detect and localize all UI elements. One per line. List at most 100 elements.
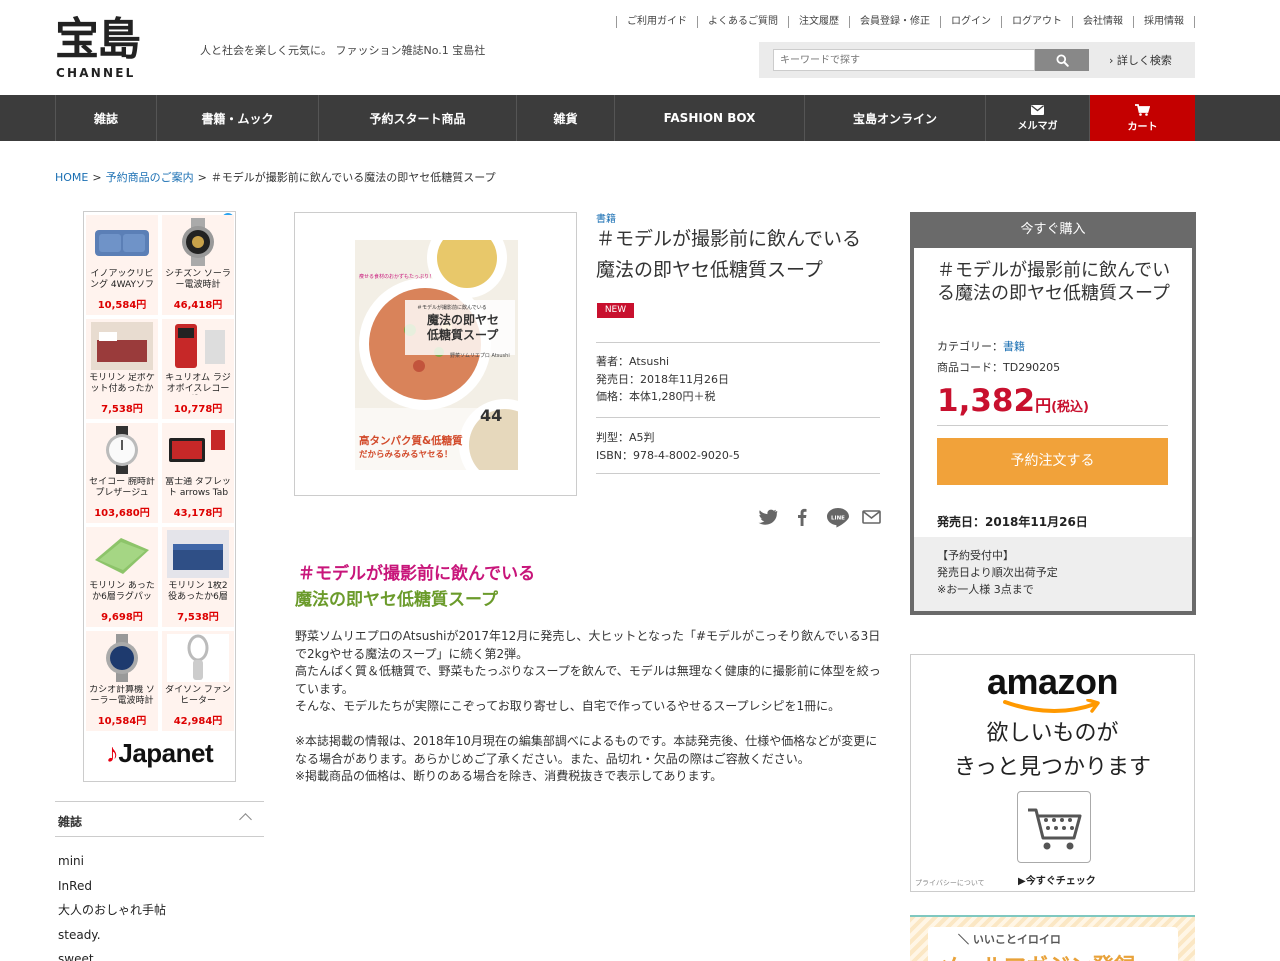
line-share-button[interactable]: LINE (826, 507, 850, 527)
facebook-share-button[interactable] (795, 507, 809, 527)
cover-recipe-count: 44 (480, 406, 503, 425)
nav-cart-label: カート (1127, 121, 1158, 133)
nav-item-takarajima-online[interactable]: 宝島オンライン (804, 95, 985, 141)
ad-product[interactable]: カシオ計算機 ソーラー電波時計 10,584円 (86, 631, 158, 731)
ad-product[interactable]: キュリオム ラジオボイスレコーダー 10,778円 (162, 319, 234, 419)
search-bar: › 詳しく検索 (759, 42, 1195, 78)
blanket-image (167, 530, 229, 578)
ad-product-price: 10,584円 (97, 300, 147, 311)
nav-item-books[interactable]: 書籍・ムック (156, 95, 318, 141)
product-image-frame[interactable]: 痩せる食材のおかずもたっぷり！ ＃モデルが撮影前に飲んでいる 魔法の即ヤセ低糖質… (294, 212, 577, 496)
tablet-image (169, 430, 225, 462)
purchase-category: カテゴリー：書籍 (937, 338, 1025, 354)
preorder-button[interactable]: 予約注文する (937, 438, 1168, 485)
twitter-share-button[interactable] (757, 507, 779, 527)
nav-item-fashion-box[interactable]: FASHION BOX (614, 95, 804, 141)
nav-item-magazine[interactable]: 雑誌 (55, 95, 156, 141)
purchase-note-line: ※お一人様 3点まで (937, 583, 1034, 596)
nav-item-cart[interactable]: カート (1090, 95, 1195, 141)
price-tax-label: (税込) (1051, 400, 1089, 415)
email-share-button[interactable] (861, 507, 881, 527)
search-button[interactable] (1035, 49, 1089, 71)
ad-product[interactable]: 富士通 タブレット arrows Tab 43,178円 (162, 423, 234, 523)
email-icon (861, 510, 881, 524)
ad-product[interactable]: シチズン ソーラー電波時計 46,418円 (162, 215, 234, 315)
breadcrumb-home[interactable]: HOME (55, 171, 88, 184)
japanet-ad[interactable]: i イノアックリビング 4WAYソファ 10,584円 シチズン ソーラー電波時… (83, 211, 236, 782)
ad-product-price: 10,584円 (97, 716, 147, 727)
amazon-check-link[interactable]: ▶今すぐチェック (1018, 872, 1096, 887)
site-logo[interactable]: 宝島 CHANNEL (55, 16, 155, 82)
new-badge: NEW (597, 303, 634, 318)
category-item[interactable]: steady. (58, 923, 166, 948)
product-category-link[interactable]: 書籍 (596, 210, 616, 225)
newsletter-banner[interactable]: ＼ いいことイロイロ メールマガジン登録 (910, 915, 1195, 961)
category-list: mini InRed 大人のおしゃれ手帖 steady. sweet (58, 849, 166, 961)
category-item[interactable]: mini (58, 849, 166, 874)
util-link-recruit[interactable]: 採用情報 (1133, 16, 1195, 28)
category-accordion-header[interactable]: 雑誌 (55, 801, 264, 837)
svg-text:LINE: LINE (831, 515, 845, 521)
ad-product-title: モリリン 足ポケット付あったか (89, 373, 155, 394)
search-input[interactable] (773, 49, 1035, 71)
nav-mailmag-label: メルマガ (1017, 120, 1058, 132)
category-item[interactable]: InRed (58, 874, 166, 899)
cover-promo: 高タンパク質&低糖質 (359, 435, 463, 447)
ad-product-price: 10,778円 (173, 404, 223, 415)
ad-product-price: 7,538円 (177, 612, 219, 623)
ad-product[interactable]: モリリン 足ポケット付あったか 7,538円 (86, 319, 158, 419)
ad-product[interactable]: モリリン 1枚2役あったか6層 7,538円 (162, 527, 234, 627)
amazon-ad-copy-line: きっと見つかります (953, 755, 1152, 780)
chevron-up-icon[interactable] (239, 813, 252, 826)
purchase-box: 今すぐ購入 ＃モデルが撮影前に飲んでいる魔法の即ヤセ低糖質スープ カテゴリー：書… (910, 212, 1196, 615)
purchase-release-date: 発売日：2018年11月26日 (937, 515, 1088, 529)
purchase-category-label: カテゴリー： (937, 340, 1003, 353)
util-link-login[interactable]: ログイン (940, 16, 1001, 28)
util-link-logout[interactable]: ログアウト (1001, 16, 1072, 28)
util-link-order-history[interactable]: 注文履歴 (788, 16, 849, 28)
ad-product[interactable]: セイコー 腕時計 プレザージュ 103,680円 (86, 423, 158, 523)
site-header: 宝島 CHANNEL 人と社会を楽しく元気に。 ファッション雑誌No.1 宝島社… (0, 0, 1280, 95)
breadcrumb-section[interactable]: 予約商品のご案内 (106, 171, 194, 184)
price-value: 1,382 (937, 383, 1036, 419)
ad-product[interactable]: ダイソン ファンヒーター Hot+Cool 42,984円 (162, 631, 234, 731)
mail-icon (1031, 104, 1044, 115)
purchase-product-title: ＃モデルが撮影前に飲んでいる魔法の即ヤセ低糖質スープ (937, 260, 1171, 304)
breadcrumb-separator: > (197, 171, 207, 184)
nav-item-mailmag[interactable]: メルマガ (985, 95, 1090, 141)
amazon-cart-tile[interactable] (1017, 791, 1091, 863)
ad-product-price: 46,418円 (173, 300, 223, 311)
ad-product[interactable]: イノアックリビング 4WAYソファ 10,584円 (86, 215, 158, 315)
nav-item-goods[interactable]: 雑貨 (516, 95, 614, 141)
util-link-company[interactable]: 会社情報 (1072, 16, 1133, 28)
ad-product[interactable]: モリリン あったか6層ラグパッド 9,698円 (86, 527, 158, 627)
purchase-category-link[interactable]: 書籍 (1003, 340, 1025, 353)
product-price-text: 価格：本体1,280円＋税 (596, 390, 716, 403)
ad-product-title: ダイソン ファンヒーター Hot+Cool (165, 685, 231, 706)
divider (596, 417, 880, 418)
book-cover-image: 痩せる食材のおかずもたっぷり！ ＃モデルが撮影前に飲んでいる 魔法の即ヤセ低糖質… (355, 240, 518, 470)
purchase-note-line: 【予約受付中】 (937, 549, 1014, 562)
advanced-search-link[interactable]: › 詳しく検索 (1109, 52, 1172, 68)
ad-product-price: 9,698円 (101, 612, 143, 623)
amazon-ad[interactable]: amazon 欲しいものが きっと見つかります プライバシーについて ▶今すぐチ… (910, 654, 1195, 892)
amazon-privacy-link[interactable]: プライバシーについて (915, 878, 985, 888)
japanet-logo[interactable]: ♪Japanet (84, 738, 235, 769)
util-link-guide[interactable]: ご利用ガイド (616, 16, 697, 28)
bed-image (91, 322, 153, 370)
cover-tag: 痩せる食材のおかずもたっぷり！ (359, 274, 435, 280)
nav-item-preorder[interactable]: 予約スタート商品 (318, 95, 516, 141)
purchase-note-line: 発売日より順次出荷予定 (937, 566, 1058, 579)
facebook-icon (798, 508, 807, 526)
product-isbn: ISBN：978-4-8002-9020-5 (596, 448, 740, 462)
fan-heater-image (167, 634, 229, 682)
description-paragraph: 高たんぱく質＆低糖質で、野菜もたっぷりなスープを飲んで、モデルは無理なく健康的に… (295, 664, 881, 696)
newsletter-title: メールマガジン登録 (938, 949, 1136, 961)
description-heading-1: ＃モデルが撮影前に飲んでいる (298, 564, 536, 584)
category-item[interactable]: 大人のおしゃれ手帖 (58, 898, 166, 923)
main-nav: 雑誌 書籍・ムック 予約スタート商品 雑貨 FASHION BOX 宝島オンライ… (0, 95, 1280, 141)
amazon-logo: amazon (986, 661, 1119, 702)
util-link-faq[interactable]: よくあるご質問 (697, 16, 788, 28)
util-link-register[interactable]: 会員登録・修正 (849, 16, 940, 28)
category-item[interactable]: sweet (58, 947, 166, 961)
